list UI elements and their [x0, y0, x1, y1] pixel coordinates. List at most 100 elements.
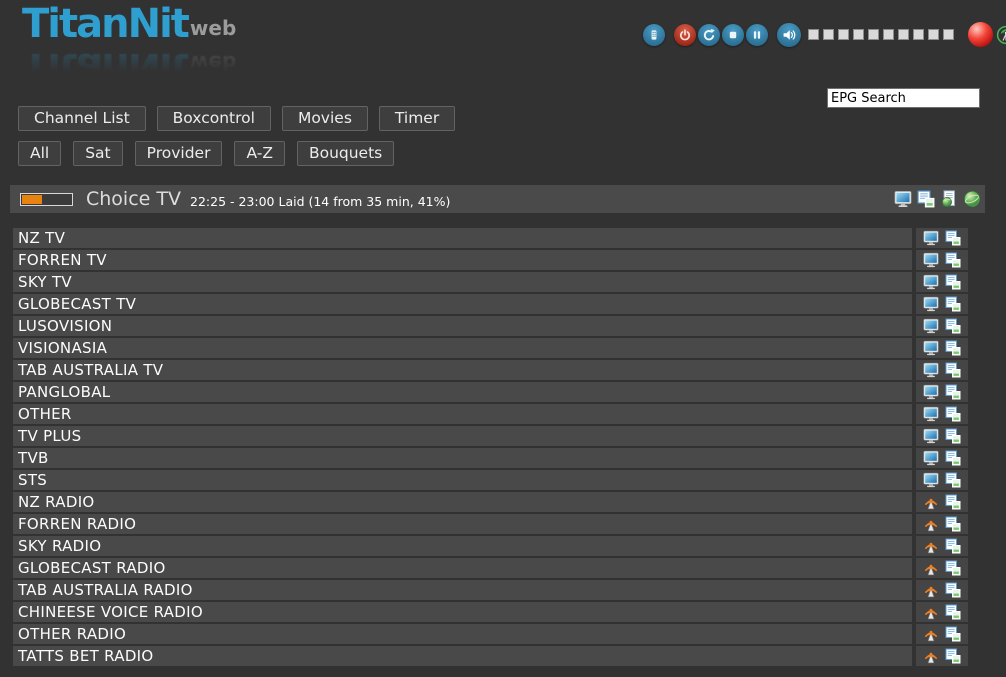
channel-name[interactable]: VISIONASIA: [13, 338, 912, 358]
channel-name[interactable]: GLOBECAST TV: [13, 294, 912, 314]
stop-button[interactable]: [722, 24, 744, 46]
tv-icon[interactable]: [923, 230, 939, 246]
channel-row[interactable]: CHINEESE VOICE RADIO: [13, 602, 968, 622]
tv-icon[interactable]: [923, 274, 939, 290]
epg-icon[interactable]: [945, 538, 961, 554]
radio-icon[interactable]: [923, 582, 939, 598]
channel-name[interactable]: NZ RADIO: [13, 492, 912, 512]
epg-icon[interactable]: [945, 252, 961, 268]
nav-channel-list-button[interactable]: Channel List: [18, 106, 146, 131]
volume-step[interactable]: [838, 29, 849, 40]
filter-provider-button[interactable]: Provider: [135, 141, 223, 166]
channel-row[interactable]: FORREN RADIO: [13, 514, 968, 534]
channel-row[interactable]: FORREN TV: [13, 250, 968, 270]
epg-icon[interactable]: [945, 274, 961, 290]
epg-icon[interactable]: [945, 428, 961, 444]
channel-row[interactable]: TAB AUSTRALIA TV: [13, 360, 968, 380]
epg-icon[interactable]: [917, 190, 935, 208]
channel-row[interactable]: TV PLUS: [13, 426, 968, 446]
channel-name[interactable]: PANGLOBAL: [13, 382, 912, 402]
nav-timer-button[interactable]: Timer: [379, 106, 455, 131]
nav-movies-button[interactable]: Movies: [282, 106, 368, 131]
channel-name[interactable]: OTHER RADIO: [13, 624, 912, 644]
radio-icon[interactable]: [923, 538, 939, 554]
radio-icon[interactable]: [923, 648, 939, 664]
channel-name[interactable]: SKY RADIO: [13, 536, 912, 556]
tv-icon[interactable]: [923, 252, 939, 268]
filter-bouquets-button[interactable]: Bouquets: [297, 141, 394, 166]
channel-name[interactable]: TATTS BET RADIO: [13, 646, 912, 666]
volume-mute-button[interactable]: [777, 23, 801, 47]
tv-icon[interactable]: [923, 340, 939, 356]
epg-icon[interactable]: [945, 450, 961, 466]
filter-a-z-button[interactable]: A-Z: [234, 141, 284, 166]
volume-step[interactable]: [823, 29, 834, 40]
pause-button[interactable]: [746, 24, 768, 46]
epg-icon[interactable]: [945, 626, 961, 642]
channel-name[interactable]: SKY TV: [13, 272, 912, 292]
channel-name[interactable]: STS: [13, 470, 912, 490]
channel-name[interactable]: TV PLUS: [13, 426, 912, 446]
volume-step[interactable]: [853, 29, 864, 40]
tv-icon[interactable]: [923, 384, 939, 400]
volume-step[interactable]: [868, 29, 879, 40]
tv-icon[interactable]: [923, 362, 939, 378]
channel-row[interactable]: TATTS BET RADIO: [13, 646, 968, 666]
tv-icon[interactable]: [923, 296, 939, 312]
epg-icon[interactable]: [945, 230, 961, 246]
channel-row[interactable]: GLOBECAST RADIO: [13, 558, 968, 578]
radio-icon[interactable]: [923, 516, 939, 532]
remote-button[interactable]: [643, 24, 665, 46]
power-button[interactable]: [674, 24, 696, 46]
channel-name[interactable]: FORREN RADIO: [13, 514, 912, 534]
channel-row[interactable]: OTHER RADIO: [13, 624, 968, 644]
epg-icon[interactable]: [945, 582, 961, 598]
channel-row[interactable]: OTHER: [13, 404, 968, 424]
web-icon[interactable]: [963, 190, 981, 208]
epg-icon[interactable]: [945, 318, 961, 334]
channel-name[interactable]: TAB AUSTRALIA RADIO: [13, 580, 912, 600]
tv-icon[interactable]: [923, 406, 939, 422]
tv-icon[interactable]: [894, 190, 912, 208]
epg-icon[interactable]: [945, 494, 961, 510]
volume-step[interactable]: [898, 29, 909, 40]
epg-icon[interactable]: [945, 296, 961, 312]
epg-icon[interactable]: [945, 384, 961, 400]
tv-icon[interactable]: [923, 450, 939, 466]
channel-name[interactable]: CHINEESE VOICE RADIO: [13, 602, 912, 622]
epg-icon[interactable]: [945, 604, 961, 620]
channel-row[interactable]: NZ RADIO: [13, 492, 968, 512]
radio-icon[interactable]: [923, 494, 939, 510]
epg-icon[interactable]: [945, 648, 961, 664]
channel-name[interactable]: TAB AUSTRALIA TV: [13, 360, 912, 380]
volume-step[interactable]: [928, 29, 939, 40]
tv-icon[interactable]: [923, 472, 939, 488]
epg-icon[interactable]: [945, 406, 961, 422]
epg-icon[interactable]: [945, 472, 961, 488]
channel-row[interactable]: STS: [13, 470, 968, 490]
epg-search-input[interactable]: [827, 88, 980, 108]
epg-icon[interactable]: [945, 560, 961, 576]
channel-name[interactable]: GLOBECAST RADIO: [13, 558, 912, 578]
tv-icon[interactable]: [923, 428, 939, 444]
channel-name[interactable]: OTHER: [13, 404, 912, 424]
volume-step[interactable]: [808, 29, 819, 40]
channel-row[interactable]: VISIONASIA: [13, 338, 968, 358]
radio-icon[interactable]: [923, 604, 939, 620]
channel-row[interactable]: GLOBECAST TV: [13, 294, 968, 314]
channel-row[interactable]: TVB: [13, 448, 968, 468]
volume-step[interactable]: [943, 29, 954, 40]
filter-all-button[interactable]: All: [18, 141, 61, 166]
channel-row[interactable]: NZ TV: [13, 228, 968, 248]
channel-row[interactable]: SKY TV: [13, 272, 968, 292]
epg-icon[interactable]: [945, 362, 961, 378]
radio-icon[interactable]: [923, 626, 939, 642]
channel-row[interactable]: LUSOVISION: [13, 316, 968, 336]
epg-icon[interactable]: [945, 516, 961, 532]
channel-row[interactable]: SKY RADIO: [13, 536, 968, 556]
nav-boxcontrol-button[interactable]: Boxcontrol: [157, 106, 271, 131]
channel-name[interactable]: NZ TV: [13, 228, 912, 248]
channel-name[interactable]: FORREN TV: [13, 250, 912, 270]
channel-row[interactable]: PANGLOBAL: [13, 382, 968, 402]
refresh-button[interactable]: [698, 24, 720, 46]
